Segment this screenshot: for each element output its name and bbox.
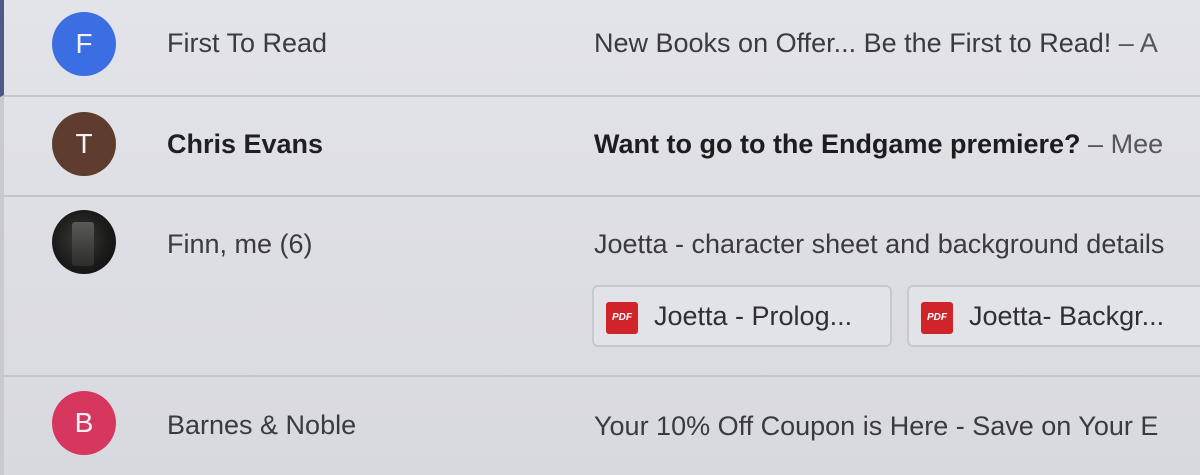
email-thread-list: F First To Read New Books on Offer... Be…	[0, 0, 1200, 475]
pdf-icon: PDF	[606, 302, 638, 334]
attachment-name: Joetta - Prolog...	[654, 301, 853, 331]
attachment-name: Joetta- Backgr...	[969, 301, 1165, 331]
avatar: B	[52, 391, 116, 455]
snippet-text: Mee	[1110, 129, 1164, 159]
subject-text: New Books on Offer... Be the First to Re…	[594, 28, 1112, 58]
subject-line: New Books on Offer... Be the First to Re…	[594, 28, 1200, 59]
subject-text: Want to go to the Endgame premiere?	[594, 129, 1081, 159]
snippet-text: A	[1139, 28, 1158, 58]
sender-name: Finn, me (6)	[167, 229, 313, 259]
subject-text: Your 10% Off Coupon is Here - Save on Yo…	[594, 411, 1159, 441]
attachment-chip[interactable]: PDF Joetta - Prolog...	[592, 285, 892, 347]
subject-separator: –	[1088, 129, 1104, 159]
avatar: T	[52, 112, 116, 176]
email-row-chris-evans[interactable]: T Chris Evans Want to go to the Endgame …	[0, 97, 1200, 197]
subject-line: Joetta - character sheet and background …	[594, 229, 1200, 260]
sender-name: Chris Evans	[167, 129, 324, 159]
subject-text: Joetta - character sheet and background …	[594, 229, 1165, 259]
sender-name: First To Read	[167, 28, 328, 58]
subject-separator: –	[1118, 28, 1134, 58]
email-row-first-to-read[interactable]: F First To Read New Books on Offer... Be…	[0, 0, 1200, 97]
avatar-photo	[72, 222, 94, 266]
email-row-barnes-noble[interactable]: B Barnes & Noble Your 10% Off Coupon is …	[0, 377, 1200, 475]
attachment-chip[interactable]: PDF Joetta- Backgr...	[907, 285, 1200, 347]
subject-line: Your 10% Off Coupon is Here - Save on Yo…	[594, 411, 1200, 442]
pdf-icon: PDF	[921, 302, 953, 334]
sender-name: Barnes & Noble	[167, 410, 357, 440]
avatar: F	[52, 12, 116, 76]
subject-line: Want to go to the Endgame premiere? – Me…	[594, 129, 1200, 160]
avatar	[52, 210, 116, 274]
email-row-finn[interactable]: Finn, me (6) Joetta - character sheet an…	[0, 197, 1200, 377]
